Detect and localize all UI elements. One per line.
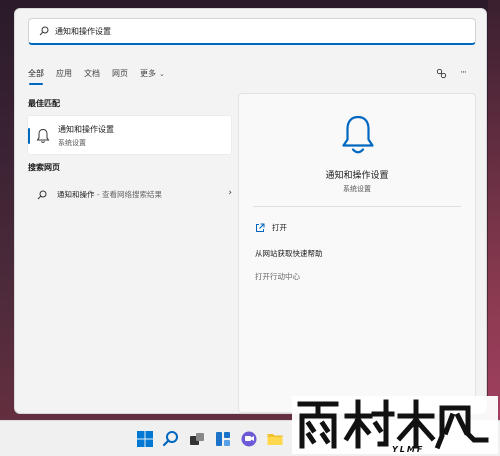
tab-all[interactable]: 全部 xyxy=(28,67,44,85)
web-search-heading: 搜索网页 xyxy=(28,163,60,172)
search-box[interactable] xyxy=(28,18,476,45)
top-actions: ··· xyxy=(428,65,472,81)
tab-apps[interactable]: 应用 xyxy=(56,67,72,83)
search-tabs: 全部 应用 文档 网页 更多 ⌄ xyxy=(28,65,177,85)
open-action-label: 打开 xyxy=(272,223,287,232)
tab-documents[interactable]: 文档 xyxy=(84,67,100,83)
tab-more-label: 更多 xyxy=(140,69,156,78)
detail-subtitle: 系统设置 xyxy=(343,185,371,193)
more-icon: ··· xyxy=(460,68,467,78)
chevron-right-icon[interactable]: › xyxy=(228,188,232,198)
best-match-subtitle: 系统设置 xyxy=(58,139,86,147)
best-match-heading: 最佳匹配 xyxy=(28,99,60,108)
selection-indicator xyxy=(28,128,30,144)
search-icon xyxy=(37,190,47,200)
tab-web-label: 网页 xyxy=(112,69,128,78)
task-view-icon[interactable] xyxy=(188,430,206,448)
bell-icon xyxy=(36,128,50,143)
more-options-button[interactable]: ··· xyxy=(454,65,472,81)
ylmf-watermark-logo: YLMF xyxy=(292,396,498,454)
open-action[interactable]: 打开 xyxy=(255,222,287,233)
tab-more[interactable]: 更多 ⌄ xyxy=(140,67,165,83)
chat-icon[interactable] xyxy=(240,430,258,448)
share-icon xyxy=(436,68,446,78)
windows-start-icon[interactable] xyxy=(136,430,154,448)
search-icon xyxy=(39,26,49,36)
start-search-panel: 全部 应用 文档 网页 更多⌄ ··· 最佳匹配 通知和操作设置 系统设置 搜索… xyxy=(14,8,487,414)
web-search-query: 通知和操作 xyxy=(57,190,95,199)
svg-text:YLMF: YLMF xyxy=(392,445,424,454)
tab-web[interactable]: 网页 xyxy=(112,67,128,83)
web-search-text: 通知和操作 - 查看网络搜索结果 xyxy=(57,189,162,200)
best-match-title: 通知和操作设置 xyxy=(58,125,114,134)
desktop-wallpaper-edge xyxy=(488,0,500,420)
tab-documents-label: 文档 xyxy=(84,69,100,78)
widgets-icon[interactable] xyxy=(214,430,232,448)
divider xyxy=(253,206,461,207)
best-match-result[interactable]: 通知和操作设置 系统设置 xyxy=(27,115,232,155)
tab-apps-label: 应用 xyxy=(56,69,72,78)
open-action-center-action[interactable]: 打开行动中心 xyxy=(255,271,300,282)
search-input[interactable] xyxy=(55,26,435,36)
open-action-center-label: 打开行动中心 xyxy=(255,272,300,281)
search-icon[interactable] xyxy=(162,430,180,448)
tab-all-label: 全部 xyxy=(28,69,44,78)
web-help-action-label: 从网站获取快速帮助 xyxy=(255,249,323,258)
detail-title: 通知和操作设置 xyxy=(325,171,389,181)
bell-icon xyxy=(342,115,374,154)
chevron-down-icon: ⌄ xyxy=(159,70,165,78)
result-detail-pane: 通知和操作设置 系统设置 打开 从网站获取快速帮助 打开行动中心 xyxy=(238,93,476,413)
file-explorer-icon[interactable] xyxy=(266,430,284,448)
open-external-icon xyxy=(256,223,265,232)
web-search-result[interactable]: 通知和操作 - 查看网络搜索结果 › xyxy=(27,185,232,205)
web-search-suffix: - 查看网络搜索结果 xyxy=(94,190,162,199)
share-button[interactable] xyxy=(432,65,450,81)
web-help-action[interactable]: 从网站获取快速帮助 xyxy=(255,248,323,259)
